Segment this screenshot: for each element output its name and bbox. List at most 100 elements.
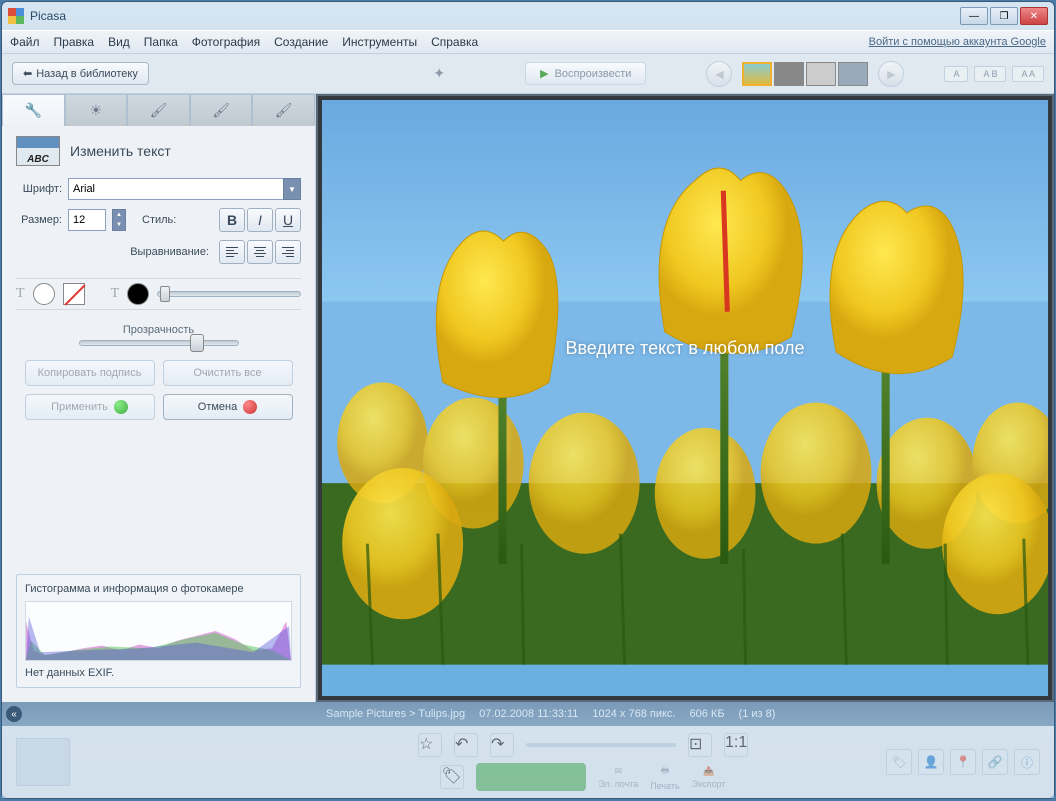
link-icon-button[interactable]: 🔗 — [982, 749, 1008, 775]
zoom-slider[interactable] — [526, 743, 676, 747]
underline-button[interactable]: U — [275, 208, 301, 232]
copy-caption-button[interactable]: Копировать подпись — [25, 360, 155, 386]
maximize-button[interactable]: ❐ — [990, 7, 1018, 25]
brush-icon: 🖌 — [275, 102, 293, 119]
export-button[interactable]: 📤Экспорт — [692, 766, 726, 789]
cancel-button[interactable]: Отмена — [163, 394, 293, 420]
x-icon — [243, 400, 257, 414]
view-mode-button[interactable]: A A — [1012, 66, 1044, 82]
histogram-panel: Гистограмма и информация о фотокамере Не… — [16, 574, 301, 688]
menu-photo[interactable]: Фотография — [192, 35, 260, 49]
panel-title: Изменить текст — [70, 143, 171, 159]
actual-size-button[interactable]: 1:1 — [724, 733, 748, 757]
location-icon-button[interactable]: 📍 — [950, 749, 976, 775]
align-center-button[interactable] — [247, 240, 273, 264]
cancel-label: Отмена — [198, 401, 237, 413]
filter-icon[interactable]: ✦ — [433, 65, 445, 82]
menu-edit[interactable]: Правка — [54, 35, 95, 49]
apply-label: Применить — [51, 401, 108, 413]
histogram-chart — [25, 601, 292, 661]
play-slideshow-button[interactable]: ▶ Воспроизвести — [525, 62, 646, 85]
tab-effects-3[interactable]: 🖌 — [252, 94, 315, 126]
status-date: 07.02.2008 11:33:11 — [479, 708, 578, 720]
text-entry-overlay[interactable]: Введите текст в любом поле — [565, 338, 804, 359]
print-button[interactable]: 🖶Печать — [650, 763, 679, 791]
chevron-up-icon: ▲ — [113, 210, 125, 220]
status-filesize: 606 КБ — [690, 708, 725, 720]
bold-button[interactable]: B — [219, 208, 245, 232]
no-fill-button[interactable] — [63, 283, 85, 305]
brush-icon: 🖌 — [150, 102, 168, 119]
menu-folder[interactable]: Папка — [144, 35, 178, 49]
fill-color-label: T — [16, 286, 25, 302]
arrow-left-icon: ⬅ — [23, 67, 32, 80]
rotate-cw-button[interactable]: ↷ — [490, 733, 514, 757]
info-icon-button[interactable]: ⓘ — [1014, 749, 1040, 775]
collapse-tray-button[interactable]: « — [6, 706, 22, 722]
menu-view[interactable]: Вид — [108, 35, 130, 49]
menu-tools[interactable]: Инструменты — [342, 35, 417, 49]
menu-file[interactable]: Файл — [10, 35, 40, 49]
font-label: Шрифт: — [16, 183, 62, 195]
back-to-library-button[interactable]: ⬅ Назад в библиотеку — [12, 62, 149, 85]
toolbar: ⬅ Назад в библиотеку ✦ ▶ Воспроизвести ◄… — [2, 54, 1054, 94]
tab-basic-fixes[interactable]: 🔧 — [2, 94, 65, 126]
thumbnail[interactable] — [742, 62, 772, 86]
fill-color-picker[interactable] — [33, 283, 55, 305]
status-path: Sample Pictures > Tulips.jpg — [326, 708, 465, 720]
view-mode-button[interactable]: A B — [974, 66, 1006, 82]
menu-create[interactable]: Создание — [274, 35, 328, 49]
star-button[interactable]: ☆ — [418, 733, 442, 757]
check-icon — [114, 400, 128, 414]
histogram-title: Гистограмма и информация о фотокамере — [25, 583, 292, 595]
outline-color-label: T — [111, 286, 120, 302]
exif-text: Нет данных EXIF. — [25, 667, 292, 679]
thumbnail[interactable] — [806, 62, 836, 86]
italic-button[interactable]: I — [247, 208, 273, 232]
view-mode-button[interactable]: A — [944, 66, 968, 82]
close-button[interactable]: ✕ — [1020, 7, 1048, 25]
rotate-ccw-button[interactable]: ↶ — [454, 733, 478, 757]
size-label: Размер: — [16, 214, 62, 226]
transparency-label: Прозрачность — [16, 324, 301, 336]
export-icon: 📤 — [703, 766, 714, 777]
align-right-button[interactable] — [275, 240, 301, 264]
people-icon-button[interactable]: 👤 — [918, 749, 944, 775]
image-viewer: Введите текст в любом поле — [316, 94, 1054, 702]
prev-image-button[interactable]: ◄ — [706, 61, 732, 87]
outline-width-slider[interactable] — [157, 291, 301, 297]
transparency-slider[interactable] — [79, 340, 239, 346]
play-icon: ▶ — [540, 67, 548, 80]
tab-tuning[interactable]: ☀ — [65, 94, 128, 126]
menubar: Файл Правка Вид Папка Фотография Создани… — [2, 30, 1054, 54]
email-button[interactable]: ✉Эл. почта — [598, 766, 638, 789]
text-tool-icon: ABC — [16, 136, 60, 166]
edit-sidebar: 🔧 ☀ 🖌 🖌 🖌 ABC Изменить текст Шрифт: Aria… — [2, 94, 316, 702]
image-canvas[interactable]: Введите текст в любом поле — [322, 100, 1048, 696]
align-label: Выравнивание: — [130, 246, 209, 258]
titlebar: Picasa — ❐ ✕ — [2, 2, 1054, 30]
apply-button[interactable]: Применить — [25, 394, 155, 420]
google-login-link[interactable]: Войти с помощью аккаунта Google — [869, 36, 1046, 48]
minimize-button[interactable]: — — [960, 7, 988, 25]
selection-thumbnail[interactable] — [16, 738, 70, 786]
tag-icon-button[interactable]: 🏷 — [886, 749, 912, 775]
status-index: (1 из 8) — [739, 708, 776, 720]
align-left-button[interactable] — [219, 240, 245, 264]
tab-effects-2[interactable]: 🖌 — [190, 94, 253, 126]
outline-color-picker[interactable] — [127, 283, 149, 305]
font-size-input[interactable] — [68, 209, 106, 231]
size-spinner[interactable]: ▲ ▼ — [112, 209, 126, 231]
wrench-icon: 🔧 — [25, 102, 42, 119]
thumbnail[interactable] — [774, 62, 804, 86]
tag-button[interactable]: 🏷 — [440, 765, 464, 789]
tab-effects-1[interactable]: 🖌 — [127, 94, 190, 126]
thumbnail[interactable] — [838, 62, 868, 86]
menu-help[interactable]: Справка — [431, 35, 478, 49]
share-button[interactable] — [476, 763, 586, 791]
back-label: Назад в библиотеку — [36, 68, 138, 80]
clear-all-button[interactable]: Очистить все — [163, 360, 293, 386]
fit-button[interactable]: ⊡ — [688, 733, 712, 757]
font-select[interactable]: Arial — [68, 178, 301, 200]
next-image-button[interactable]: ► — [878, 61, 904, 87]
